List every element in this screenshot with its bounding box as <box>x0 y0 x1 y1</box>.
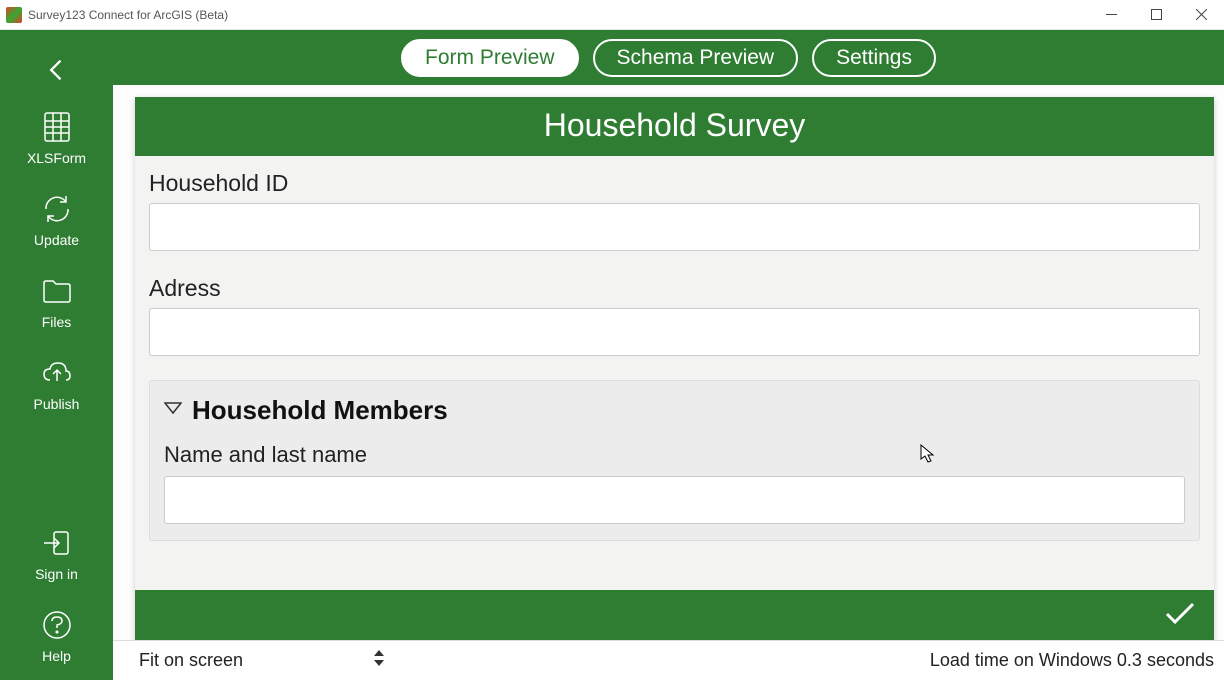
window-close-button[interactable] <box>1179 0 1224 30</box>
window-maximize-button[interactable] <box>1134 0 1179 30</box>
sidebar-item-label: Files <box>42 314 72 330</box>
cloud-upload-icon <box>40 356 74 390</box>
spinner-updown-icon <box>373 649 385 672</box>
field-label: Name and last name <box>164 442 1185 468</box>
refresh-icon <box>40 192 74 226</box>
window-title: Survey123 Connect for ArcGIS (Beta) <box>28 8 228 22</box>
form-canvas: Household Survey Household ID Adress <box>113 85 1224 640</box>
tab-schema-preview[interactable]: Schema Preview <box>593 39 799 77</box>
sidebar-item-label: Help <box>42 648 71 664</box>
load-time-text: Load time on Windows 0.3 seconds <box>930 650 1214 671</box>
sidebar-item-label: Sign in <box>35 566 78 582</box>
sidebar-item-xlsform[interactable]: XLSForm <box>0 100 113 182</box>
group-header[interactable]: Household Members <box>164 395 1185 426</box>
sidebar-item-signin[interactable]: Sign in <box>0 516 113 598</box>
sidebar-item-publish[interactable]: Publish <box>0 346 113 428</box>
sidebar-item-help[interactable]: Help <box>0 598 113 680</box>
field-address: Adress <box>149 275 1200 356</box>
statusbar: Fit on screen Load time on Windows 0.3 s… <box>113 640 1224 680</box>
tab-form-preview[interactable]: Form Preview <box>401 39 579 77</box>
chevron-down-icon <box>164 401 182 420</box>
window-titlebar: Survey123 Connect for ArcGIS (Beta) <box>0 0 1224 30</box>
back-button[interactable] <box>0 40 113 100</box>
sidebar-item-label: Update <box>34 232 79 248</box>
group-household-members: Household Members Name and last name <box>149 380 1200 541</box>
form-body: Household ID Adress Household Members <box>135 156 1214 590</box>
form-card: Household Survey Household ID Adress <box>135 97 1214 640</box>
tabbar: Form Preview Schema Preview Settings <box>113 30 1224 85</box>
field-label: Adress <box>149 275 1200 302</box>
sidebar-item-label: Publish <box>34 396 80 412</box>
field-household-id: Household ID <box>149 170 1200 251</box>
form-footer <box>135 590 1214 640</box>
submit-check-icon[interactable] <box>1164 601 1196 630</box>
zoom-fit-select[interactable]: Fit on screen <box>139 649 385 672</box>
folder-icon <box>40 274 74 308</box>
group-title: Household Members <box>192 395 448 426</box>
address-input[interactable] <box>149 308 1200 356</box>
household-id-input[interactable] <box>149 203 1200 251</box>
tab-settings[interactable]: Settings <box>812 39 936 77</box>
field-label: Household ID <box>149 170 1200 197</box>
sidebar-item-label: XLSForm <box>27 150 86 166</box>
help-icon <box>40 608 74 642</box>
zoom-fit-label: Fit on screen <box>139 650 243 671</box>
sidebar-item-files[interactable]: Files <box>0 264 113 346</box>
app-icon <box>6 7 22 23</box>
sidebar: XLSForm Update Files Publish <box>0 30 113 680</box>
sidebar-item-update[interactable]: Update <box>0 182 113 264</box>
name-input[interactable] <box>164 476 1185 524</box>
form-title: Household Survey <box>135 97 1214 156</box>
window-minimize-button[interactable] <box>1089 0 1134 30</box>
spreadsheet-icon <box>40 110 74 144</box>
signin-icon <box>40 526 74 560</box>
